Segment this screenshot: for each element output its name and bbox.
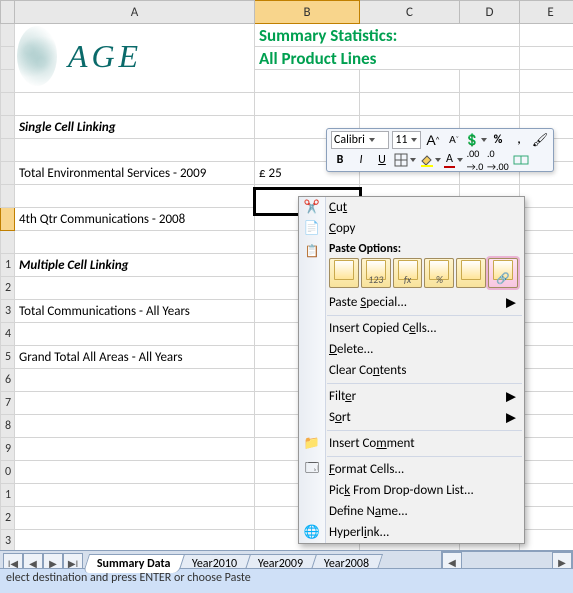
menu-copy[interactable]: 📄 Copy: [299, 218, 524, 239]
shrink-font-button[interactable]: Aˇ: [445, 131, 463, 149]
decrease-decimal-button[interactable]: .00→.0: [466, 151, 484, 169]
menu-define-name[interactable]: Define Name...: [299, 501, 524, 522]
paste-option-nob[interactable]: [456, 258, 486, 288]
sheet-tab-summary[interactable]: Summary Data: [83, 554, 185, 573]
menu-hyperlink[interactable]: 🌐 Hyperlink...: [299, 522, 524, 543]
mini-toolbar[interactable]: Calibri 11 A^ Aˇ 💲 % , 🖌 B I U A .00→.0 …: [326, 128, 554, 172]
paste-option-all[interactable]: [329, 258, 359, 288]
paste-option-formulas[interactable]: fx: [393, 258, 423, 288]
chevron-down-icon: [369, 138, 375, 142]
paste-option-link[interactable]: 🔗: [488, 258, 518, 288]
fontsize-combo[interactable]: 11: [392, 131, 421, 149]
bold-button[interactable]: B: [331, 151, 349, 169]
age-logo: AGE: [17, 26, 167, 86]
link-icon: 🔗: [496, 272, 510, 285]
section-header-multi: Multiple Cell Linking: [15, 254, 255, 277]
col-header-E[interactable]: E: [520, 1, 573, 24]
menu-pick-list[interactable]: Pick From Drop-down List...: [299, 480, 524, 501]
menu-delete[interactable]: Delete...: [299, 339, 524, 360]
chevron-down-icon: [411, 138, 417, 142]
fill-color-button[interactable]: [419, 151, 441, 169]
menu-cut[interactable]: ✂️ Cut: [299, 197, 524, 218]
format-painter-button[interactable]: 🖌: [531, 131, 549, 149]
section-header-single: Single Cell Linking: [15, 116, 255, 139]
submenu-arrow-icon: ▶: [506, 295, 516, 310]
clipboard-icon: 📋: [303, 242, 321, 260]
status-text: elect destination and press ENTER or cho…: [6, 571, 251, 585]
col-header-A[interactable]: A: [15, 1, 255, 24]
paste-options-grid: 123 fx % 🔗: [299, 256, 524, 292]
menu-sort[interactable]: Sort▶: [299, 407, 524, 428]
title-line-2: All Product Lines: [255, 47, 520, 70]
comma-button[interactable]: ,: [510, 131, 528, 149]
col-header-C[interactable]: C: [360, 1, 460, 24]
increase-decimal-button[interactable]: .0→.00: [487, 151, 509, 169]
menu-paste-special[interactable]: Paste Special... ▶: [299, 292, 524, 313]
col-header-D[interactable]: D: [460, 1, 520, 24]
row-label-env2009: Total Environmental Services - 2009: [15, 162, 255, 185]
bucket-icon: [419, 153, 433, 167]
chevron-down-icon: [481, 138, 487, 142]
globe-icon: 🌐: [303, 524, 321, 542]
merge-button[interactable]: [512, 151, 530, 169]
font-color-button[interactable]: A: [444, 151, 463, 169]
select-all-corner[interactable]: [1, 1, 15, 24]
cell-logo: AGE: [15, 24, 255, 93]
italic-button[interactable]: I: [352, 151, 370, 169]
column-header-row[interactable]: A B C D E: [1, 1, 573, 24]
format-cells-icon: 🗔: [303, 461, 321, 479]
context-menu[interactable]: ✂️ Cut 📄 Copy 📋 Paste Options: 123 fx % …: [298, 196, 525, 544]
submenu-arrow-icon: ▶: [506, 410, 516, 425]
paste-options-label: 📋 Paste Options:: [299, 239, 524, 256]
font-combo[interactable]: Calibri: [331, 131, 389, 149]
menu-insert-comment[interactable]: 📁 Insert Comment: [299, 433, 524, 454]
paste-option-formatting[interactable]: %: [424, 258, 454, 288]
underline-button[interactable]: U: [373, 151, 391, 169]
row-label-totcomm: Total Communications - All Years: [15, 300, 255, 323]
row-label-qtr4comm: 4th Qtr Communications - 2008: [15, 208, 255, 231]
title-line-1: Summary Statistics:: [255, 24, 520, 47]
menu-filter[interactable]: Filter▶: [299, 386, 524, 407]
menu-format-cells[interactable]: 🗔 Format Cells...: [299, 459, 524, 480]
border-icon: [394, 153, 408, 167]
row-label-grand: Grand Total All Areas - All Years: [15, 346, 255, 369]
submenu-arrow-icon: ▶: [506, 389, 516, 404]
paste-option-values[interactable]: 123: [361, 258, 391, 288]
comment-icon: 📁: [303, 435, 321, 453]
menu-clear-contents[interactable]: Clear Contents: [299, 360, 524, 381]
menu-insert-copied[interactable]: Insert Copied Cells...: [299, 318, 524, 339]
copy-icon: 📄: [303, 220, 321, 238]
scissors-icon: ✂️: [303, 199, 321, 217]
col-header-B[interactable]: B: [255, 1, 360, 24]
brush-icon: 🖌: [532, 133, 549, 148]
border-button[interactable]: [394, 151, 416, 169]
merge-icon: [513, 153, 529, 167]
grow-font-button[interactable]: A^: [424, 131, 442, 149]
